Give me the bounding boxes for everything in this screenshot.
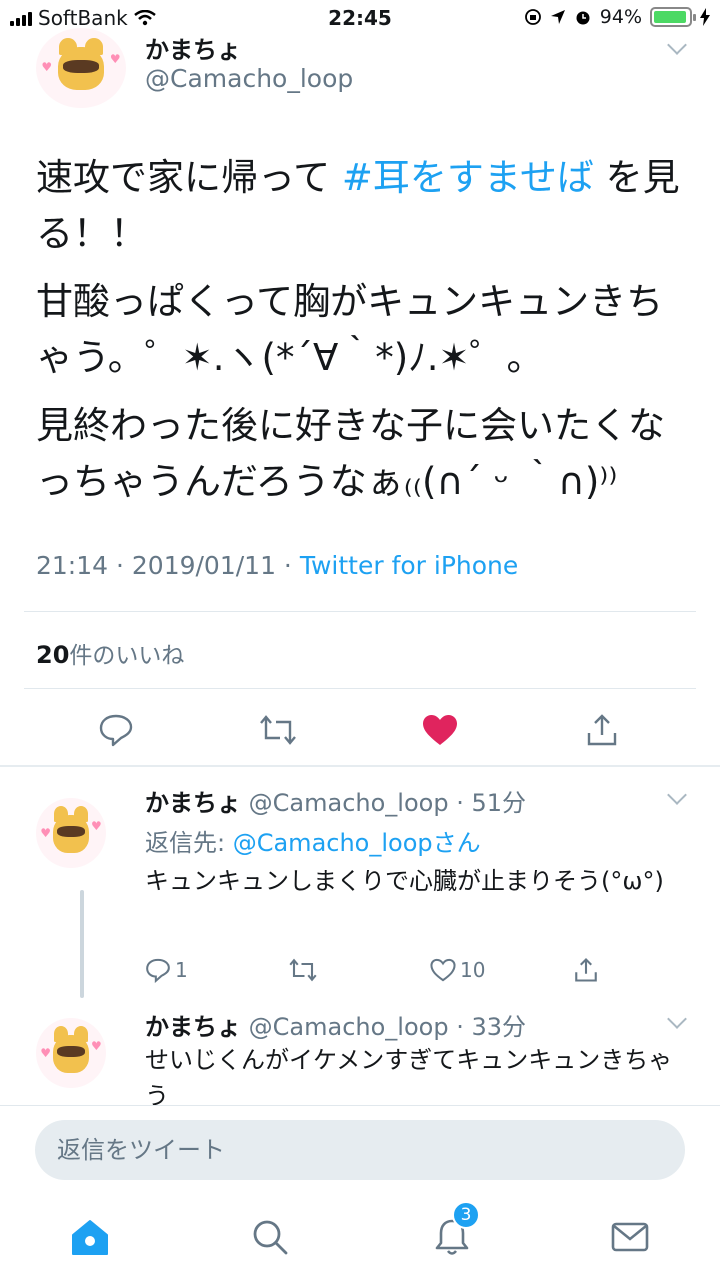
heart-icon — [423, 715, 457, 745]
reply-icon — [99, 714, 133, 747]
like-count: 10 — [460, 958, 486, 982]
share-icon — [575, 958, 597, 982]
avatar[interactable]: ♥ ♥ — [36, 798, 106, 868]
reply-button[interactable]: 1 — [145, 950, 188, 990]
tab-home[interactable] — [60, 1207, 120, 1267]
home-icon — [72, 1220, 108, 1255]
author-name[interactable]: かまちょ — [145, 789, 241, 817]
alarm-icon — [576, 11, 590, 25]
heart-decoration: ♥ — [41, 60, 53, 74]
heart-decoration: ♥ — [109, 52, 121, 66]
reply-actions: 1 10 — [0, 950, 720, 990]
retweet-button[interactable] — [288, 950, 318, 990]
tweet-meta: 21:14 · 2019/01/11 · Twitter for iPhone — [36, 551, 519, 580]
status-right: 94% — [524, 6, 710, 28]
tab-bar: 3 — [0, 1195, 720, 1280]
lock-rotation-icon — [524, 9, 541, 25]
reply-text: せいじくんがイケメンすぎてキュンキュンきちゃう — [145, 1046, 673, 1110]
status-bar: SoftBank 22:45 94% — [0, 0, 720, 36]
author-name[interactable]: かまちょ — [145, 1013, 241, 1041]
tab-messages[interactable] — [600, 1207, 660, 1267]
avatar[interactable]: ♥ ♥ — [36, 1018, 106, 1088]
reply-header: かまちょ @Camacho_loop · 51分 — [145, 789, 526, 817]
tweet-source-link[interactable]: Twitter for iPhone — [300, 551, 518, 580]
charging-icon — [700, 8, 710, 26]
tweet-paragraph: 見終わった後に好きな子に会いたくなっちゃうんだろうなぁ₍₍(∩´ ᵕ ｀∩)⁾⁾ — [36, 404, 665, 503]
retweet-icon — [289, 958, 317, 982]
heart-icon — [430, 958, 456, 982]
mail-icon — [611, 1222, 649, 1252]
author-handle[interactable]: @Camacho_loop — [249, 789, 449, 817]
reply-header: かまちょ @Camacho_loop · 33分 — [145, 1013, 526, 1041]
retweet-icon — [260, 715, 296, 745]
chevron-down-icon[interactable] — [667, 785, 687, 805]
notification-badge: 3 — [452, 1201, 480, 1229]
tweet-paragraph: 甘酸っぱくって胸がキュンキュンきちゃう。゜✶.ヽ(*´∀｀*)ﾉ.✶゜。 — [36, 280, 664, 379]
battery-percent: 94% — [599, 6, 642, 28]
reply-text: キュンキュンしまくりで心臓が止まりそう(°ω°) — [145, 867, 664, 895]
share-icon — [587, 714, 617, 746]
share-button[interactable] — [574, 950, 598, 990]
reply-age: 51分 — [471, 789, 526, 817]
reply-to-line: 返信先: @Camacho_loopさん — [145, 829, 481, 857]
battery-icon — [650, 7, 696, 27]
share-button[interactable] — [572, 700, 632, 760]
location-icon — [550, 10, 565, 24]
divider — [24, 611, 696, 612]
tweet-date: 2019/01/11 — [131, 551, 276, 580]
author-name[interactable]: かまちょ — [145, 30, 241, 65]
like-count-link[interactable]: 20件のいいね — [36, 636, 184, 670]
divider — [24, 688, 696, 689]
reply-button[interactable] — [86, 700, 146, 760]
chevron-down-icon[interactable] — [667, 35, 687, 55]
tab-notifications[interactable]: 3 — [422, 1201, 482, 1267]
reply-input[interactable] — [35, 1120, 685, 1180]
author-handle[interactable]: @Camacho_loop — [249, 1013, 449, 1041]
hashtag-link[interactable]: #耳をすませば — [342, 156, 594, 199]
section-separator — [0, 765, 720, 767]
avatar[interactable]: ♥ ♥ — [36, 28, 126, 108]
search-icon — [253, 1220, 288, 1255]
like-button[interactable]: 10 — [430, 950, 485, 990]
author-handle[interactable]: @Camacho_loop — [145, 64, 353, 93]
tab-search[interactable] — [240, 1207, 300, 1267]
tweet-actions — [0, 700, 720, 760]
reply-age: 33分 — [471, 1013, 526, 1041]
reply-to-link[interactable]: @Camacho_loopさん — [233, 829, 481, 857]
tweet-paragraph: 速攻で家に帰って #耳をすませば を見る！！ — [36, 156, 680, 255]
retweet-button[interactable] — [248, 700, 308, 760]
tweet-text: 速攻で家に帰って #耳をすませば を見る！！ 甘酸っぱくって胸がキュンキュンきち… — [36, 150, 686, 522]
chevron-down-icon[interactable] — [667, 1009, 687, 1029]
reply-icon — [146, 958, 170, 983]
tweet-time: 21:14 — [36, 551, 109, 580]
like-button[interactable] — [410, 700, 470, 760]
reply-count: 1 — [175, 958, 188, 982]
